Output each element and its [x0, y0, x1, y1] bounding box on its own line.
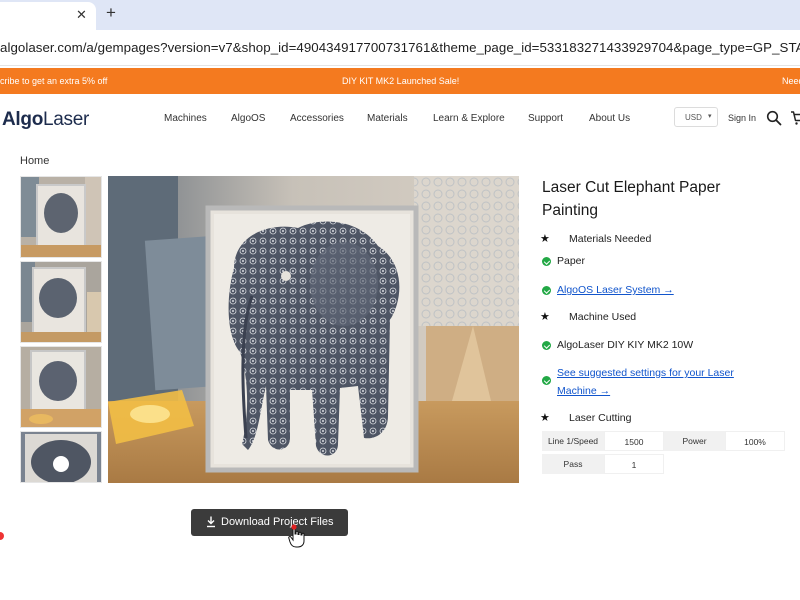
announcement-right[interactable]: Need — [782, 76, 800, 86]
hand-cursor-icon — [288, 524, 305, 548]
logo-prefix: Algo — [2, 109, 44, 130]
pass-value: 1 — [604, 454, 664, 474]
check-circle-icon — [542, 341, 551, 350]
check-circle-icon — [542, 286, 551, 295]
notification-dot — [0, 532, 4, 540]
cart-icon[interactable] — [790, 110, 800, 126]
browser-tab-strip: ✕ + — [0, 0, 800, 30]
suggested-settings-link-line2[interactable]: Machine → — [557, 385, 610, 397]
url-text[interactable]: algolaser.com/a/gempages?version=v7&shop… — [0, 40, 800, 55]
machine-heading: Machine Used — [569, 311, 637, 323]
material-item-paper: Paper — [557, 255, 586, 267]
download-project-files-button[interactable]: Download Project Files — [191, 509, 348, 536]
currency-value: USD — [685, 113, 702, 122]
currency-select[interactable]: USD ▾ — [674, 107, 718, 127]
materials-heading: Materials Needed — [569, 233, 652, 245]
machine-item: AlgoLaser DIY KIY MK2 10W — [557, 339, 694, 351]
nav-about-us[interactable]: About Us — [589, 113, 630, 124]
pass-label: Pass — [542, 454, 604, 474]
check-circle-icon — [542, 257, 551, 266]
nav-accessories[interactable]: Accessories — [290, 113, 344, 124]
breadcrumb-home[interactable]: Home — [20, 155, 49, 167]
new-tab-icon[interactable]: + — [106, 3, 116, 23]
nav-learn-explore[interactable]: Learn & Explore — [433, 113, 505, 124]
announcement-bar: cribe to get an extra 5% off DIY KIT MK2… — [0, 68, 800, 94]
address-bar[interactable]: algolaser.com/a/gempages?version=v7&shop… — [0, 30, 800, 66]
site-header: AlgoLaser Machines AlgoOS Accessories Ma… — [0, 94, 800, 144]
logo-suffix: Laser — [43, 109, 90, 130]
algoos-laser-system-link[interactable]: AlgoOS Laser System → — [557, 284, 674, 296]
power-value: 100% — [725, 431, 785, 451]
thumbnail-2[interactable] — [20, 261, 102, 343]
check-circle-icon — [542, 376, 551, 385]
nav-materials[interactable]: Materials — [367, 113, 408, 124]
product-main-image[interactable] — [108, 176, 519, 483]
star-icon: ★ — [540, 412, 550, 424]
power-label: Power — [664, 431, 725, 451]
algolaser-logo[interactable]: AlgoLaser — [2, 109, 89, 131]
sign-in-link[interactable]: Sign In — [728, 113, 756, 123]
nav-algoos[interactable]: AlgoOS — [231, 113, 265, 124]
line-speed-label: Line 1/Speed — [542, 431, 604, 451]
thumbnail-3[interactable] — [20, 346, 102, 428]
suggested-settings-link-line1[interactable]: See suggested settings for your Laser — [557, 367, 734, 379]
announcement-center[interactable]: DIY KIT MK2 Launched Sale! — [342, 76, 459, 86]
star-icon: ★ — [540, 233, 550, 245]
product-title: Laser Cut Elephant Paper Painting — [542, 179, 721, 219]
line-speed-value: 1500 — [604, 431, 664, 451]
laser-cutting-heading: Laser Cutting — [569, 412, 632, 424]
thumbnail-4[interactable] — [20, 431, 102, 483]
close-tab-icon[interactable]: ✕ — [76, 7, 87, 23]
chevron-down-icon: ▾ — [708, 113, 712, 120]
nav-machines[interactable]: Machines — [164, 113, 207, 124]
star-icon: ★ — [540, 311, 550, 323]
nav-support[interactable]: Support — [528, 113, 563, 124]
announcement-left[interactable]: cribe to get an extra 5% off — [0, 76, 107, 86]
search-icon[interactable] — [766, 110, 782, 126]
download-icon — [207, 516, 215, 528]
browser-tab-active[interactable]: ✕ — [0, 2, 96, 30]
thumbnail-1[interactable] — [20, 176, 102, 258]
download-button-label: Download Project Files — [221, 516, 334, 528]
